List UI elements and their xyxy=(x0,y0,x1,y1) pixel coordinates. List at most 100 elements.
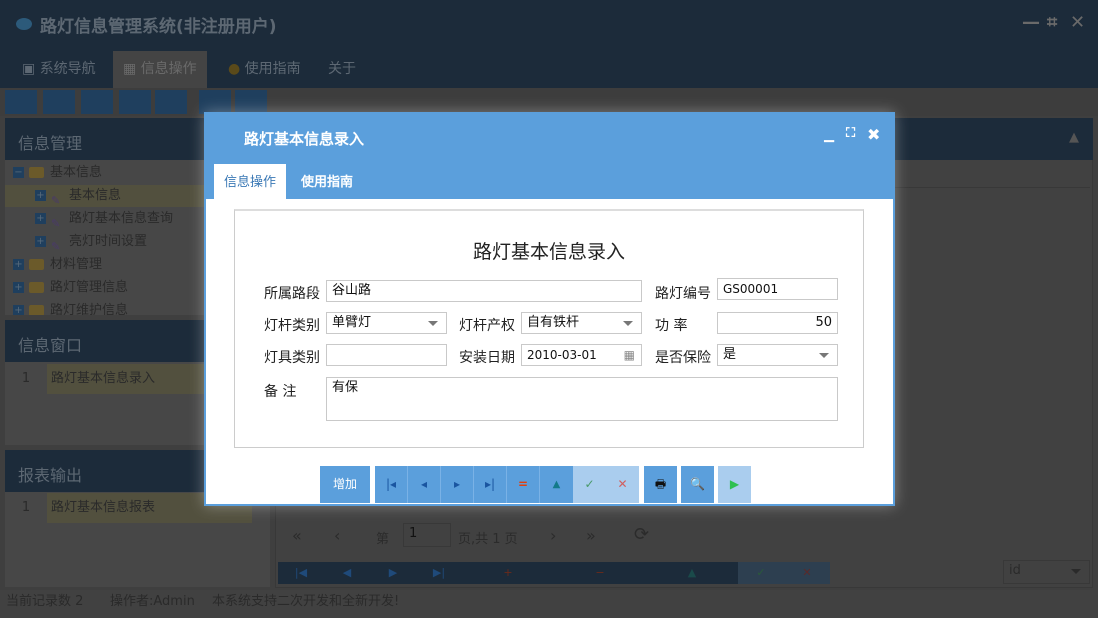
print-button[interactable]: 🖶 xyxy=(644,466,677,503)
sort-field-value: id xyxy=(1009,563,1021,578)
folder-icon xyxy=(29,167,44,178)
tab-system-nav[interactable]: ▣ 系统导航 xyxy=(12,51,106,88)
confirm-icon[interactable]: ✓ xyxy=(738,562,784,584)
maximize-icon[interactable]: ⛶ xyxy=(846,126,855,141)
status-bar: 当前记录数 2 操作者:Admin 本系统支持二次开发和全新开发! xyxy=(0,590,1098,618)
pole-type-select[interactable]: 单臂灯 xyxy=(326,312,447,334)
page-total: 页,共 1 页 xyxy=(458,528,518,547)
pole-owner-select[interactable]: 自有铁杆 xyxy=(521,312,642,334)
fixture-type-input[interactable] xyxy=(326,344,447,366)
document-tool-button[interactable] xyxy=(81,90,113,114)
restore-icon[interactable]: ⌗ xyxy=(1047,12,1057,33)
last-record-icon[interactable]: ▶| xyxy=(416,562,462,584)
close-icon[interactable]: ✖ xyxy=(867,125,880,144)
last-page-icon[interactable]: » xyxy=(586,526,596,545)
edit-button[interactable]: ▲ xyxy=(540,466,573,503)
edit-record-icon[interactable]: ▲ xyxy=(646,562,738,584)
tree-node[interactable]: +✎亮灯时间设置 xyxy=(35,231,147,253)
first-record-icon[interactable]: |◀ xyxy=(278,562,324,584)
dialog-tab-info-ops[interactable]: 信息操作 xyxy=(214,164,286,199)
collapse-icon[interactable]: − xyxy=(13,167,24,178)
prev-page-icon[interactable]: ‹ xyxy=(334,526,340,545)
add-record-icon[interactable]: + xyxy=(462,562,554,584)
install-date-value: 2010-03-01 xyxy=(527,348,597,362)
lamp-no-input[interactable]: GS00001 xyxy=(717,278,838,300)
install-date-input[interactable]: 2010-03-01 ▦ xyxy=(521,344,642,366)
calendar-icon[interactable]: ▦ xyxy=(624,346,635,364)
export-tool-button[interactable] xyxy=(199,90,231,114)
expand-icon[interactable]: + xyxy=(35,213,46,224)
tree-label: 亮灯时间设置 xyxy=(69,234,147,249)
remark-textarea[interactable]: 有保 xyxy=(326,377,838,421)
folder-icon xyxy=(29,282,44,293)
tab-label: 系统导航 xyxy=(40,61,96,77)
next-page-icon[interactable]: › xyxy=(550,526,556,545)
status-message: 本系统支持二次开发和全新开发! xyxy=(212,590,399,614)
tree-label: 路灯管理信息 xyxy=(50,280,128,295)
dialog-title: 路灯基本信息录入 xyxy=(206,114,893,162)
dialog-tab-guide[interactable]: 使用指南 xyxy=(291,164,363,199)
power-input[interactable]: 50 xyxy=(717,312,838,334)
collapse-up-icon[interactable]: ▲ xyxy=(1069,130,1079,145)
minimize-icon[interactable]: — xyxy=(1022,12,1040,33)
delete-record-icon[interactable]: − xyxy=(554,562,646,584)
tree-node[interactable]: + 路灯管理信息 xyxy=(13,277,128,299)
folder-icon xyxy=(29,259,44,270)
first-page-icon[interactable]: « xyxy=(292,526,302,545)
cancel-button[interactable]: ✕ xyxy=(606,466,639,503)
expand-icon[interactable]: + xyxy=(13,282,24,293)
insured-select[interactable]: 是 xyxy=(717,344,838,366)
tree-label: 基本信息 xyxy=(69,188,121,203)
pole-type-value: 单臂灯 xyxy=(332,315,371,330)
chevron-down-icon xyxy=(623,321,633,326)
last-record-button[interactable]: ▸| xyxy=(474,466,507,503)
next-record-button[interactable]: ▸ xyxy=(441,466,474,503)
pole-owner-label: 灯杆产权 xyxy=(459,315,515,335)
monitor-tool-button[interactable] xyxy=(155,90,187,114)
list-tool-button[interactable] xyxy=(43,90,75,114)
road-input[interactable]: 谷山路 xyxy=(326,280,642,302)
road-label: 所属路段 xyxy=(264,283,320,303)
print-tool-button[interactable] xyxy=(235,90,267,114)
wand-icon: ✎ xyxy=(51,190,65,202)
record-count: 当前记录数 2 xyxy=(6,590,83,614)
next-record-icon[interactable]: ▶ xyxy=(370,562,416,584)
expand-icon[interactable]: + xyxy=(13,259,24,270)
pager: « ‹ 第 1 页,共 1 页 › » ⟳ xyxy=(278,518,1090,554)
tree-node[interactable]: −基本信息 xyxy=(13,162,102,184)
folder-icon xyxy=(29,305,44,315)
lamp-no-label: 路灯编号 xyxy=(655,283,711,303)
page-input[interactable]: 1 xyxy=(403,523,451,547)
preview-button[interactable]: 🔍 xyxy=(681,466,714,503)
tree-node[interactable]: +✎路灯基本信息查询 xyxy=(35,208,173,230)
tree-node[interactable]: +材料管理 xyxy=(13,254,102,276)
expand-icon[interactable]: + xyxy=(13,305,24,315)
entry-form: 路灯基本信息录入 所属路段 谷山路 路灯编号 GS00001 灯杆类别 单臂灯 … xyxy=(234,209,864,448)
tree-label: 路灯基本信息查询 xyxy=(69,211,173,226)
delete-button[interactable]: = xyxy=(507,466,540,503)
search-tool-button[interactable] xyxy=(5,90,37,114)
row-number: 1 xyxy=(5,364,47,394)
help-icon: ● xyxy=(228,61,240,77)
prev-record-icon[interactable]: ◀ xyxy=(324,562,370,584)
sort-field-select[interactable]: id xyxy=(1003,560,1090,584)
tab-info-ops[interactable]: ▦ 信息操作 xyxy=(113,51,207,88)
cancel-icon[interactable]: ✕ xyxy=(784,562,830,584)
prev-record-button[interactable]: ◂ xyxy=(408,466,441,503)
minimize-icon[interactable]: ▁ xyxy=(824,128,834,143)
user-tool-button[interactable] xyxy=(119,90,151,114)
tree-node[interactable]: +路灯维护信息 xyxy=(13,300,128,315)
tab-guide[interactable]: ● 使用指南 xyxy=(218,51,311,88)
expand-icon[interactable]: + xyxy=(35,236,46,247)
add-button[interactable]: 增加 xyxy=(320,466,370,503)
entry-dialog: 路灯基本信息录入 ▁ ⛶ ✖ 信息操作 使用指南 路灯基本信息录入 所属路段 谷… xyxy=(204,112,895,506)
expand-icon[interactable]: + xyxy=(35,190,46,201)
refresh-icon[interactable]: ⟳ xyxy=(634,524,649,545)
first-record-button[interactable]: |◂ xyxy=(375,466,408,503)
tab-about[interactable]: 关于 xyxy=(318,51,366,88)
run-button[interactable]: ▶ xyxy=(718,466,751,503)
fixture-type-label: 灯具类别 xyxy=(264,347,320,367)
confirm-button[interactable]: ✓ xyxy=(573,466,606,503)
tab-label: 信息操作 xyxy=(141,61,197,77)
close-icon[interactable]: ✕ xyxy=(1070,12,1085,33)
